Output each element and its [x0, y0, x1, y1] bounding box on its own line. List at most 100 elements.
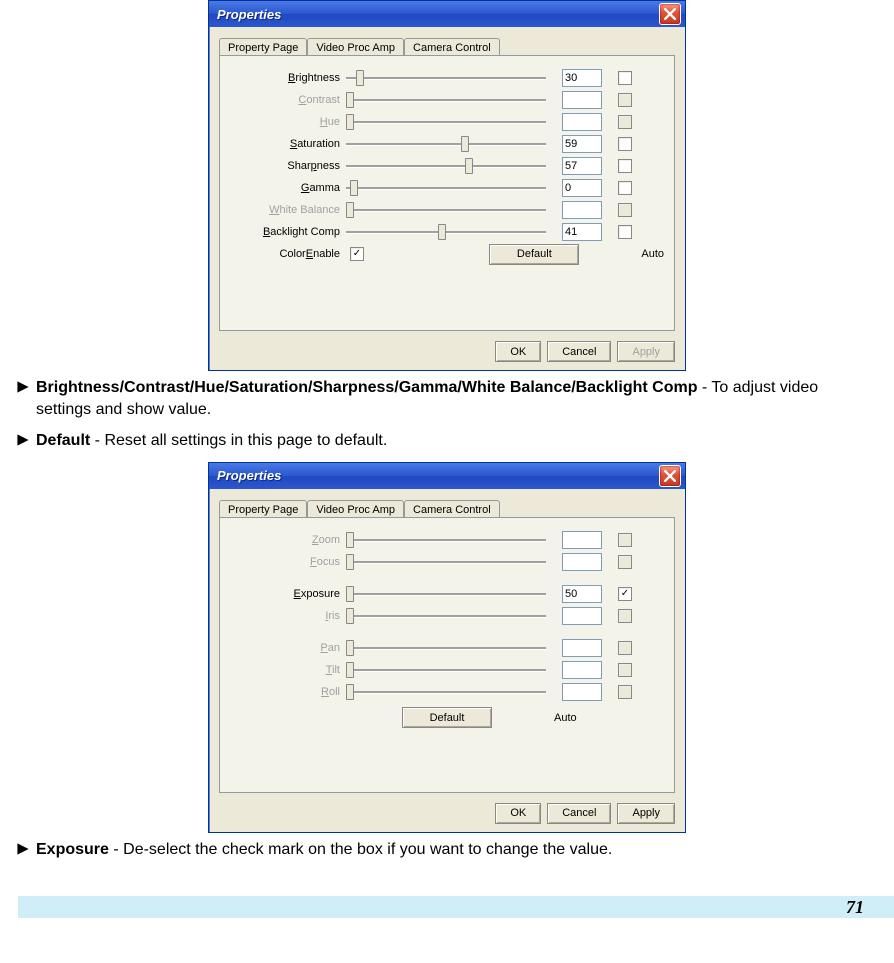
- default-button[interactable]: Default: [489, 244, 579, 265]
- slider: [346, 202, 546, 218]
- setting-row: Exposure: [230, 584, 664, 604]
- slider: [346, 684, 546, 700]
- color-enable-checkbox[interactable]: [350, 247, 364, 261]
- properties-dialog-camera-control: Properties Property Page Video Proc Amp …: [208, 462, 686, 833]
- slider-thumb[interactable]: [465, 158, 473, 174]
- value-input: [562, 113, 602, 131]
- color-enable-label: ColorEnable: [230, 248, 346, 260]
- slider-thumb[interactable]: [346, 586, 354, 602]
- slider-thumb: [346, 608, 354, 624]
- slider[interactable]: [346, 136, 546, 152]
- slider: [346, 608, 546, 624]
- setting-row: Zoom: [230, 530, 664, 550]
- setting-label: Pan: [230, 642, 346, 654]
- bullet-text: Brightness/Contrast/Hue/Saturation/Sharp…: [36, 377, 854, 420]
- cancel-button[interactable]: Cancel: [547, 341, 611, 362]
- auto-checkbox: [618, 641, 632, 655]
- slider-thumb: [346, 202, 354, 218]
- setting-label: Backlight Comp: [230, 226, 346, 238]
- slider-thumb[interactable]: [356, 70, 364, 86]
- setting-label: Tilt: [230, 664, 346, 676]
- dialog-button-row: OK Cancel Apply: [219, 803, 675, 824]
- auto-column-header: Auto: [554, 712, 577, 724]
- slider: [346, 532, 546, 548]
- setting-label: Exposure: [230, 588, 346, 600]
- setting-label: Saturation: [230, 138, 346, 150]
- bullet-text: Exposure - De-select the check mark on t…: [36, 839, 612, 861]
- slider-thumb[interactable]: [461, 136, 469, 152]
- auto-checkbox: [618, 203, 632, 217]
- window-title: Properties: [217, 468, 281, 483]
- slider-thumb: [346, 92, 354, 108]
- close-icon[interactable]: [659, 465, 681, 487]
- value-input[interactable]: [562, 179, 602, 197]
- value-input: [562, 683, 602, 701]
- cancel-button[interactable]: Cancel: [547, 803, 611, 824]
- slider: [346, 554, 546, 570]
- setting-row: Brightness: [230, 68, 664, 88]
- value-input: [562, 639, 602, 657]
- ok-button[interactable]: OK: [495, 341, 541, 362]
- tab-pane: ZoomFocus ExposureIris PanTiltRoll Defau…: [219, 517, 675, 793]
- triangle-bullet-icon: [12, 430, 36, 447]
- auto-checkbox[interactable]: [618, 71, 632, 85]
- window-title: Properties: [217, 7, 281, 22]
- bullet-item: Exposure - De-select the check mark on t…: [12, 839, 854, 861]
- slider: [346, 662, 546, 678]
- slider: [346, 92, 546, 108]
- apply-button[interactable]: Apply: [617, 803, 675, 824]
- auto-checkbox[interactable]: [618, 159, 632, 173]
- setting-label: Contrast: [230, 94, 346, 106]
- value-input[interactable]: [562, 157, 602, 175]
- page-number: 71: [846, 897, 864, 918]
- auto-checkbox[interactable]: [618, 137, 632, 151]
- titlebar[interactable]: Properties: [209, 1, 685, 27]
- setting-label: White Balance: [230, 204, 346, 216]
- setting-label: Roll: [230, 686, 346, 698]
- setting-label: Hue: [230, 116, 346, 128]
- bullet-item: Brightness/Contrast/Hue/Saturation/Sharp…: [12, 377, 854, 420]
- setting-row: Contrast: [230, 90, 664, 110]
- slider[interactable]: [346, 586, 546, 602]
- value-input: [562, 201, 602, 219]
- slider-thumb: [346, 532, 354, 548]
- slider[interactable]: [346, 158, 546, 174]
- value-input[interactable]: [562, 585, 602, 603]
- value-input[interactable]: [562, 223, 602, 241]
- slider-thumb: [346, 640, 354, 656]
- auto-checkbox: [618, 115, 632, 129]
- titlebar[interactable]: Properties: [209, 463, 685, 489]
- auto-checkbox[interactable]: [618, 181, 632, 195]
- setting-row: Iris: [230, 606, 664, 626]
- setting-row: Saturation: [230, 134, 664, 154]
- dialog-button-row: OK Cancel Apply: [219, 341, 675, 362]
- setting-row: Roll: [230, 682, 664, 702]
- slider[interactable]: [346, 224, 546, 240]
- slider[interactable]: [346, 180, 546, 196]
- slider-thumb[interactable]: [350, 180, 358, 196]
- slider-thumb: [346, 684, 354, 700]
- auto-checkbox: [618, 685, 632, 699]
- triangle-bullet-icon: [12, 839, 36, 856]
- auto-checkbox[interactable]: [618, 225, 632, 239]
- properties-dialog-video-proc: Properties Property Page Video Proc Amp …: [208, 0, 686, 371]
- setting-label: Sharpness: [230, 160, 346, 172]
- default-button[interactable]: Default: [402, 707, 492, 728]
- slider-thumb[interactable]: [438, 224, 446, 240]
- setting-row: Backlight Comp: [230, 222, 664, 242]
- bullet-text: Default - Reset all settings in this pag…: [36, 430, 387, 452]
- value-input: [562, 661, 602, 679]
- setting-label: Iris: [230, 610, 346, 622]
- value-input: [562, 531, 602, 549]
- close-icon[interactable]: [659, 3, 681, 25]
- auto-column-header: Auto: [641, 248, 664, 260]
- auto-checkbox[interactable]: [618, 587, 632, 601]
- value-input: [562, 91, 602, 109]
- ok-button[interactable]: OK: [495, 803, 541, 824]
- value-input: [562, 553, 602, 571]
- slider[interactable]: [346, 70, 546, 86]
- slider-thumb: [346, 662, 354, 678]
- setting-row: Gamma: [230, 178, 664, 198]
- value-input[interactable]: [562, 135, 602, 153]
- value-input[interactable]: [562, 69, 602, 87]
